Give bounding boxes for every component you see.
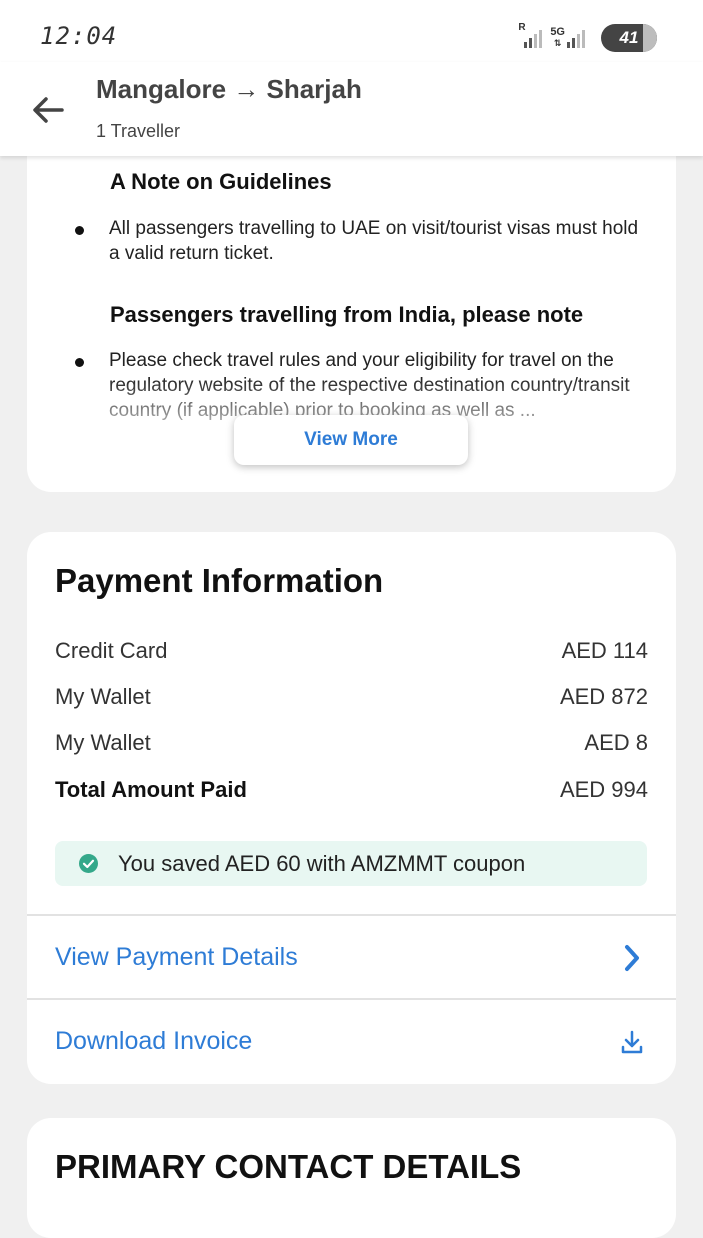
payment-method: My Wallet bbox=[55, 730, 151, 755]
contact-title: PRIMARY CONTACT DETAILS bbox=[55, 1148, 522, 1185]
network-5g-icon: 5G ⇅ bbox=[550, 26, 565, 49]
payment-method: Credit Card bbox=[55, 638, 168, 663]
contact-card: PRIMARY CONTACT DETAILS bbox=[27, 1118, 676, 1238]
total-row: Total Amount Paid AED 994 bbox=[55, 777, 648, 807]
view-payment-details-row[interactable]: View Payment Details bbox=[27, 916, 676, 1000]
traveller-count: 1 Traveller bbox=[96, 121, 181, 141]
status-icons: R 5G ⇅ 41 bbox=[518, 22, 657, 52]
guideline-item: All passengers travelling to UAE on visi… bbox=[109, 218, 639, 264]
total-amount: AED 994 bbox=[559, 777, 648, 802]
route-title: Mangalore → Sharjah bbox=[96, 74, 362, 104]
chevron-right-icon[interactable] bbox=[618, 944, 646, 972]
payment-row: Credit Card AED 114 bbox=[55, 638, 648, 668]
bullet bbox=[75, 226, 84, 235]
signal-icon bbox=[567, 28, 585, 48]
coupon-saved-banner: You saved AED 60 with AMZMMT coupon bbox=[55, 841, 647, 886]
payment-method: My Wallet bbox=[55, 684, 151, 709]
payment-amount: AED 114 bbox=[561, 638, 648, 663]
payment-row: My Wallet AED 872 bbox=[55, 684, 648, 714]
guidelines-heading: A Note on Guidelines bbox=[110, 169, 332, 194]
payment-amount: AED 8 bbox=[584, 730, 648, 755]
india-note-heading: Passengers travelling from India, please… bbox=[110, 302, 584, 327]
coupon-saved-text: You saved AED 60 with AMZMMT coupon bbox=[118, 851, 526, 876]
payment-amount: AED 872 bbox=[559, 684, 648, 709]
payment-card: Payment Information Credit Card AED 114 … bbox=[27, 532, 676, 1084]
check-circle-icon bbox=[79, 854, 98, 873]
status-bar: 12:04 R 5G ⇅ 41 bbox=[0, 0, 703, 62]
status-time: 12:04 bbox=[40, 22, 118, 50]
header: Mangalore → Sharjah 1 Traveller bbox=[0, 62, 703, 156]
view-payment-details-link[interactable]: View Payment Details bbox=[55, 943, 298, 972]
download-invoice-link[interactable]: Download Invoice bbox=[55, 1027, 252, 1056]
guidelines-card: A Note on Guidelines All passengers trav… bbox=[27, 130, 676, 492]
view-more-button[interactable]: View More bbox=[234, 415, 468, 465]
back-arrow-icon[interactable] bbox=[28, 90, 68, 130]
payment-row: My Wallet AED 8 bbox=[55, 730, 648, 760]
download-invoice-row[interactable]: Download Invoice bbox=[27, 1000, 676, 1084]
signal-roaming-icon: R bbox=[518, 22, 543, 48]
bullet bbox=[75, 358, 84, 367]
battery-icon: 41 bbox=[601, 24, 657, 52]
payment-title: Payment Information bbox=[55, 562, 384, 599]
total-label: Total Amount Paid bbox=[55, 777, 247, 802]
download-icon[interactable] bbox=[618, 1028, 646, 1056]
